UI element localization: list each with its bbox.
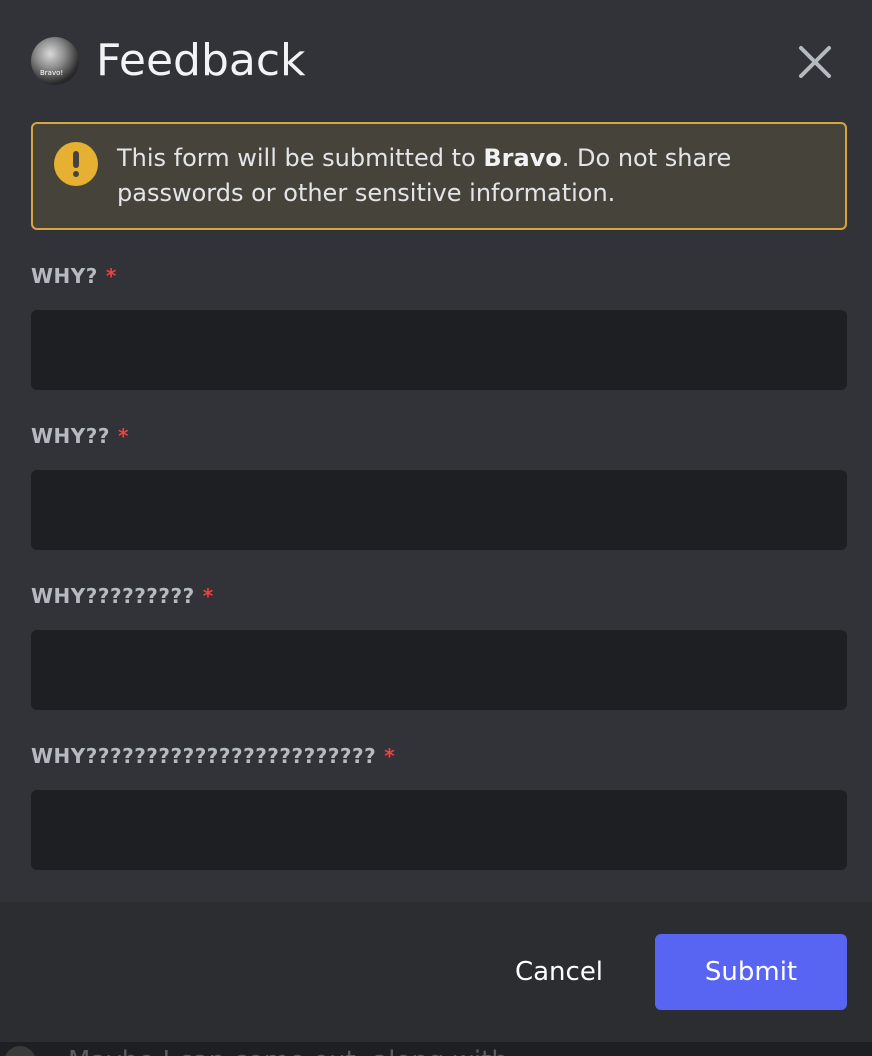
avatar-text: Bravo! (40, 69, 64, 77)
cancel-button[interactable]: Cancel (492, 934, 626, 1010)
field-label-1: WHY? * (31, 264, 117, 288)
background-message-text: Maybe I can come out, along with (68, 1046, 508, 1056)
close-icon (799, 46, 831, 78)
why-input-3[interactable] (31, 630, 847, 710)
field-label-4: WHY???????????????????????? * (31, 744, 396, 768)
warning-notice: This form will be submitted to Bravo. Do… (31, 122, 847, 230)
modal-title: Feedback (96, 35, 306, 86)
why-input-1[interactable] (31, 310, 847, 390)
required-indicator: * (202, 584, 214, 608)
notice-text: This form will be submitted to Bravo. Do… (117, 141, 817, 211)
required-indicator: * (117, 424, 129, 448)
modal-footer: Cancel Submit (0, 902, 872, 1042)
modal-header: Bravo! Feedback (0, 0, 872, 122)
background-message-peek: Maybe I can come out, along with (0, 1042, 872, 1056)
why-input-2[interactable] (31, 470, 847, 550)
field-label-2: WHY?? * (31, 424, 129, 448)
warning-icon (54, 142, 98, 186)
close-button[interactable] (793, 40, 837, 84)
notice-prefix: This form will be submitted to (117, 144, 484, 172)
required-indicator: * (105, 264, 117, 288)
required-indicator: * (384, 744, 396, 768)
notice-app-name: Bravo (483, 144, 562, 172)
field-label-3: WHY????????? * (31, 584, 214, 608)
app-avatar: Bravo! (31, 37, 79, 85)
submit-button[interactable]: Submit (655, 934, 847, 1010)
background-avatar (4, 1046, 36, 1056)
why-input-4[interactable] (31, 790, 847, 870)
feedback-modal: Bravo! Feedback This form will be submit… (0, 0, 872, 1042)
